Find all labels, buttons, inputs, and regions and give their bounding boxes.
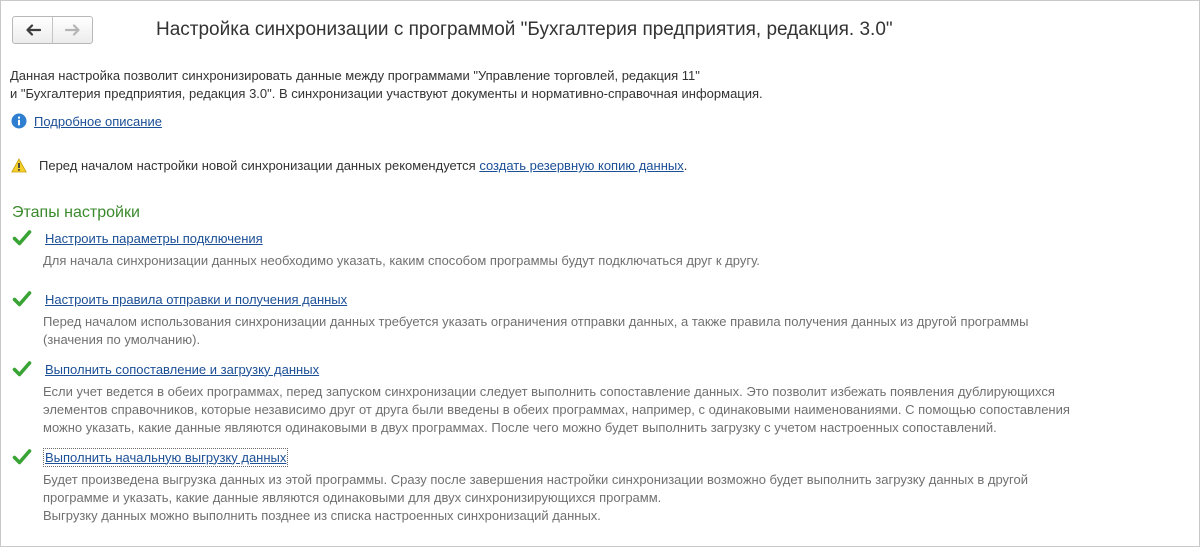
step-description: Будет произведена выгрузка данных из это… <box>43 471 1192 525</box>
step-description-line: Выгрузку данных можно выполнить позднее … <box>43 508 601 523</box>
intro-line-1: Данная настройка позволит синхронизирова… <box>10 68 700 83</box>
warning-message: Перед началом настройки новой синхрониза… <box>39 158 476 173</box>
check-icon <box>12 449 32 465</box>
step-description-line: Если учет ведется в обеих программах, пе… <box>43 384 1055 399</box>
check-icon <box>12 361 32 377</box>
details-link[interactable]: Подробное описание <box>34 114 162 129</box>
step-link-mapping-and-loading[interactable]: Выполнить сопоставление и загрузку данны… <box>45 362 319 377</box>
check-icon <box>12 230 32 246</box>
step-description-line: программе и указать, какие данные являют… <box>43 490 662 505</box>
step-description-line: (значения по умолчанию). <box>43 332 201 347</box>
step-item: Настроить параметры подключения Для нача… <box>12 228 1192 270</box>
backup-warning: Перед началом настройки новой синхрониза… <box>11 158 687 173</box>
intro-line-2: и "Бухгалтерия предприятия, редакция 3.0… <box>10 86 763 101</box>
intro-text: Данная настройка позволит синхронизирова… <box>10 67 763 103</box>
warning-icon <box>11 158 27 173</box>
back-button[interactable] <box>13 17 52 43</box>
step-description: Если учет ведется в обеих программах, пе… <box>43 383 1192 437</box>
step-link-connection-settings[interactable]: Настроить параметры подключения <box>45 231 263 246</box>
arrow-left-icon <box>25 24 41 36</box>
forward-button[interactable] <box>52 17 92 43</box>
step-description-line: Перед началом использования синхронизаци… <box>43 314 1029 329</box>
sync-setup-window: Настройка синхронизации с программой "Бу… <box>0 0 1200 547</box>
backup-link[interactable]: создать резервную копию данных <box>479 158 683 173</box>
step-item: Выполнить начальную выгрузку данных Буде… <box>12 447 1192 525</box>
step-link-send-receive-rules[interactable]: Настроить правила отправки и получения д… <box>45 292 347 307</box>
navigation-buttons <box>12 16 93 44</box>
step-link-initial-export[interactable]: Выполнить начальную выгрузку данных <box>42 447 289 467</box>
window-title: Настройка синхронизации с программой "Бу… <box>156 19 893 40</box>
steps-title: Этапы настройки <box>12 204 140 221</box>
step-item: Выполнить сопоставление и загрузку данны… <box>12 359 1192 437</box>
step-item: Настроить правила отправки и получения д… <box>12 289 1192 349</box>
step-description: Перед началом использования синхронизаци… <box>43 313 1192 349</box>
step-description-line: можно указать, какие данные являются оди… <box>43 420 997 435</box>
step-description-line: элементов справочников, которые независи… <box>43 402 1070 417</box>
step-description-line: Для начала синхронизации данных необходи… <box>43 253 760 268</box>
details-row: Подробное описание <box>11 113 162 129</box>
arrow-right-icon <box>64 24 80 36</box>
info-icon <box>11 113 27 129</box>
step-description: Для начала синхронизации данных необходи… <box>43 252 1192 270</box>
warning-text: Перед началом настройки новой синхрониза… <box>39 158 687 173</box>
step-description-line: Будет произведена выгрузка данных из это… <box>43 472 1028 487</box>
warning-suffix: . <box>683 158 688 173</box>
check-icon <box>12 291 32 307</box>
